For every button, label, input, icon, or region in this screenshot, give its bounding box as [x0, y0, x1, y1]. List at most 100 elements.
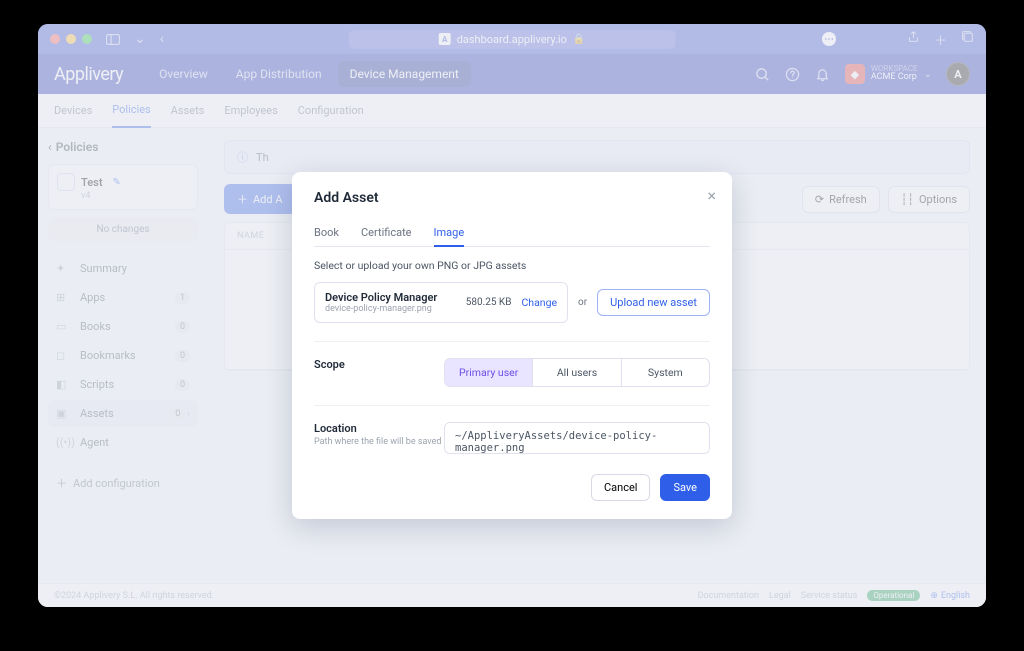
refresh-button[interactable]: ⟳ Refresh: [802, 186, 880, 213]
scope-section: Scope Primary user All users System: [314, 341, 710, 387]
upload-new-asset-button[interactable]: Upload new asset: [597, 289, 710, 316]
subnav-employees[interactable]: Employees: [224, 94, 277, 127]
image-icon: ▣: [56, 407, 72, 420]
scope-all-users[interactable]: All users: [532, 359, 620, 386]
header-right: ◆ WORKSPACE ACME Corp ⌄ A: [755, 62, 970, 86]
sidebar-item-bookmarks[interactable]: ◻ Bookmarks 0: [48, 342, 198, 369]
share-icon[interactable]: [907, 30, 920, 49]
footer-link-status[interactable]: Service status: [801, 591, 858, 601]
bell-icon[interactable]: [815, 66, 831, 82]
chevron-left-icon: ‹: [48, 140, 52, 154]
footer: ©2024 Applivery S.L. All rights reserved…: [38, 583, 986, 607]
policy-name: Test: [81, 176, 103, 189]
scope-segmented: Primary user All users System: [444, 358, 710, 387]
scripts-count-badge: 0: [175, 379, 190, 391]
nav-app-distribution[interactable]: App Distribution: [224, 61, 334, 87]
chrome-dropdown-icon[interactable]: ⌄: [134, 31, 146, 47]
traffic-lights: [50, 34, 92, 44]
close-window-icon[interactable]: [50, 34, 60, 44]
books-count-badge: 0: [175, 321, 190, 333]
asset-size: 580.25 KB: [466, 297, 512, 308]
refresh-icon: ⟳: [815, 193, 824, 206]
asset-row: Device Policy Manager device-policy-mana…: [314, 282, 710, 323]
modal-title: Add Asset: [314, 190, 710, 206]
app-header: Applivery Overview App Distribution Devi…: [38, 54, 986, 94]
nav-overview[interactable]: Overview: [147, 61, 220, 87]
url-text: dashboard.applivery.io: [457, 33, 567, 46]
sidebar-item-scripts[interactable]: ◧ Scripts 0: [48, 371, 198, 398]
bookmark-icon: ◻: [56, 349, 72, 362]
sidebar-item-books[interactable]: ▭ Books 0: [48, 313, 198, 340]
address-bar[interactable]: A dashboard.applivery.io 🔒: [349, 30, 676, 49]
status-badge: Operational: [867, 590, 920, 601]
scope-system[interactable]: System: [621, 359, 709, 386]
asset-name: Device Policy Manager: [325, 291, 437, 304]
subnav-assets[interactable]: Assets: [171, 94, 205, 127]
save-button[interactable]: Save: [660, 474, 710, 501]
scope-label: Scope: [314, 358, 444, 371]
code-icon: ◧: [56, 378, 72, 391]
new-tab-icon[interactable]: ＋: [934, 30, 947, 49]
sidebar-item-agent[interactable]: ((•)) Agent: [48, 429, 198, 456]
or-label: or: [578, 297, 587, 308]
sidebar-item-apps[interactable]: ⊞ Apps 1: [48, 284, 198, 311]
sidebar: ‹ Policies Test ✎ v4 No changes ✦ Summar…: [38, 128, 208, 583]
nav-device-management[interactable]: Device Management: [338, 61, 471, 87]
info-icon: ⓘ: [237, 149, 248, 165]
help-icon[interactable]: [785, 66, 801, 82]
subnav-policies[interactable]: Policies: [112, 93, 150, 128]
tab-book[interactable]: Book: [314, 220, 339, 246]
tab-certificate[interactable]: Certificate: [361, 220, 412, 246]
sidebar-toggle-icon[interactable]: [106, 34, 120, 45]
maximize-window-icon[interactable]: [82, 34, 92, 44]
edit-icon[interactable]: ✎: [113, 177, 121, 188]
add-asset-button[interactable]: ＋ Add A: [224, 184, 296, 214]
minimize-window-icon[interactable]: [66, 34, 76, 44]
tabs-icon[interactable]: [961, 30, 974, 49]
sliders-icon: ┆┆: [901, 193, 914, 206]
add-configuration-button[interactable]: ＋ Add configuration: [48, 468, 198, 498]
book-icon: ▭: [56, 320, 72, 333]
scope-primary-user[interactable]: Primary user: [445, 359, 532, 386]
back-icon[interactable]: ‹: [160, 31, 164, 47]
reader-icon[interactable]: ⋯: [822, 32, 836, 46]
sidebar-item-assets[interactable]: ▣ Assets 0 ›: [48, 400, 198, 427]
workspace-text: WORKSPACE ACME Corp: [871, 65, 918, 84]
grid-icon: ⊞: [56, 291, 72, 304]
site-badge-icon: A: [439, 33, 451, 45]
sparkle-icon: ✦: [56, 262, 72, 275]
footer-link-docs[interactable]: Documentation: [698, 591, 759, 601]
search-icon[interactable]: [755, 66, 771, 82]
location-hint: Path where the file will be saved: [314, 437, 444, 447]
language-switcher[interactable]: ⊕ English: [930, 591, 970, 601]
browser-window: ⌄ ‹ A dashboard.applivery.io 🔒 ⋯ ＋ Appli…: [38, 24, 986, 607]
plus-icon: ＋: [56, 475, 67, 491]
logo: Applivery: [54, 64, 123, 85]
col-name: NAME: [237, 231, 264, 241]
modal-tabs: Book Certificate Image: [314, 220, 710, 247]
policy-card[interactable]: Test ✎ v4: [48, 164, 198, 210]
location-input[interactable]: [444, 422, 710, 454]
apps-count-badge: 1: [175, 292, 190, 304]
location-section: Location Path where the file will be sav…: [314, 405, 710, 454]
options-button[interactable]: ┆┆ Options: [888, 186, 970, 213]
footer-link-legal[interactable]: Legal: [769, 591, 791, 601]
change-asset-button[interactable]: Change: [521, 296, 557, 309]
add-asset-modal: Add Asset × Book Certificate Image Selec…: [292, 172, 732, 519]
asset-filename: device-policy-manager.png: [325, 304, 437, 314]
globe-icon: ⊕: [930, 591, 938, 601]
chrome-right-icons: ＋: [907, 30, 974, 49]
workspace-switcher[interactable]: ◆ WORKSPACE ACME Corp ⌄: [845, 64, 932, 84]
tab-image[interactable]: Image: [434, 220, 465, 247]
location-label: Location: [314, 422, 444, 435]
avatar[interactable]: A: [946, 62, 970, 86]
plus-icon: ＋: [237, 191, 248, 207]
apple-icon: [57, 173, 75, 191]
sidebar-item-summary[interactable]: ✦ Summary: [48, 255, 198, 282]
subnav-configuration[interactable]: Configuration: [298, 94, 364, 127]
cancel-button[interactable]: Cancel: [591, 474, 650, 501]
close-icon[interactable]: ×: [707, 186, 716, 205]
sub-nav: Devices Policies Assets Employees Config…: [38, 94, 986, 128]
subnav-devices[interactable]: Devices: [54, 94, 92, 127]
back-to-policies[interactable]: ‹ Policies: [48, 140, 198, 154]
